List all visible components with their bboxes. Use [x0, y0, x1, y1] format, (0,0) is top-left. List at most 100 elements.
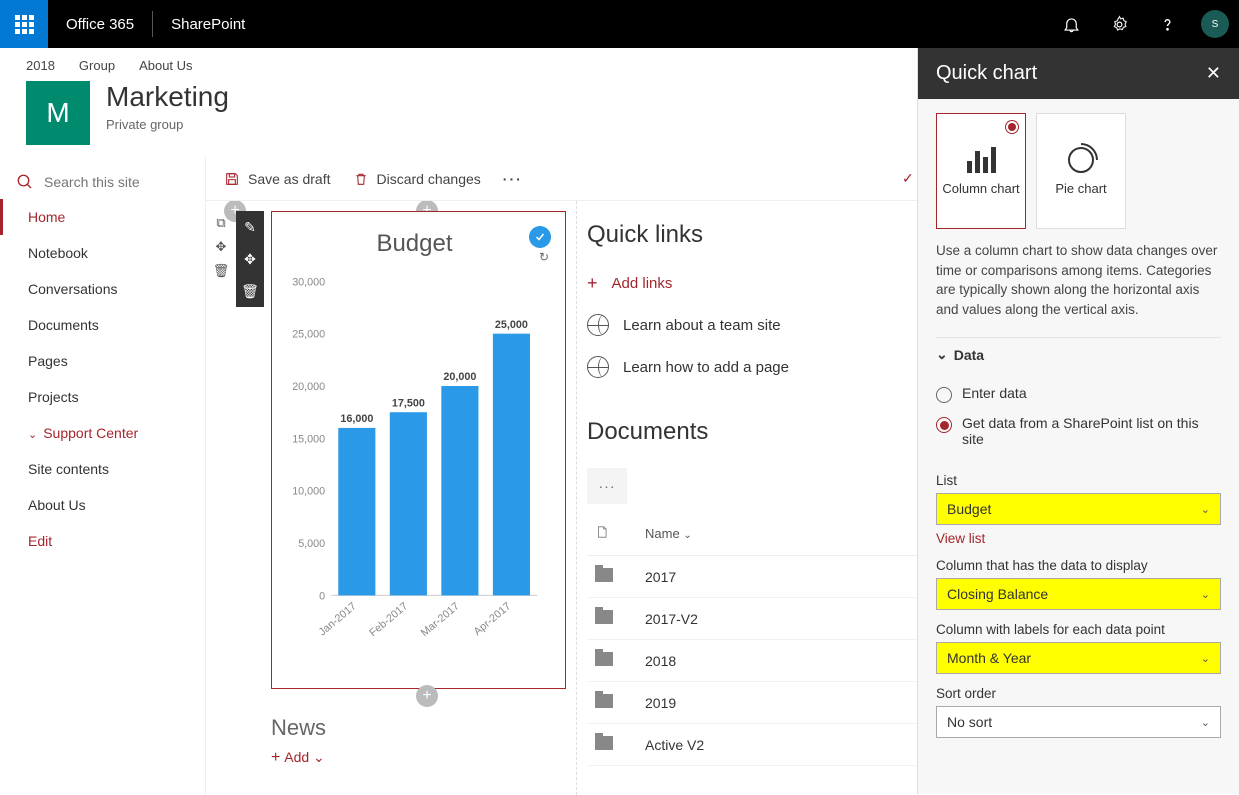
left-nav: Home Notebook Conversations Documents Pa… — [0, 157, 206, 795]
folder-icon — [595, 694, 613, 708]
discard-icon — [353, 171, 369, 187]
list-dropdown[interactable]: Budget⌄ — [936, 493, 1221, 525]
nav-edit[interactable]: Edit — [0, 523, 205, 559]
nav-support[interactable]: ⌄Support Center — [0, 415, 205, 451]
add-webpart-bottom[interactable]: + — [416, 685, 438, 707]
reload-icon[interactable]: ↻ — [539, 250, 549, 264]
save-draft-button[interactable]: Save as draft — [224, 171, 331, 187]
sort-label: Sort order — [936, 686, 1221, 701]
nav-projects[interactable]: Projects — [0, 379, 205, 415]
save-icon — [224, 171, 240, 187]
radio-icon — [936, 417, 952, 433]
file-icon — [595, 524, 609, 540]
svg-text:Jan-2017: Jan-2017 — [317, 600, 359, 638]
chevron-down-icon: ⌄ — [1201, 652, 1210, 665]
sharepoint-link[interactable]: SharePoint — [153, 16, 263, 33]
svg-text:25,000: 25,000 — [292, 329, 325, 341]
drag-icon[interactable]: ✥ — [236, 243, 264, 275]
view-list-link[interactable]: View list — [936, 531, 1221, 546]
folder-icon — [595, 736, 613, 750]
svg-text:25,000: 25,000 — [495, 319, 528, 331]
app-launcher[interactable] — [0, 0, 48, 48]
svg-text:0: 0 — [319, 590, 325, 602]
move-icon[interactable]: ✥ — [209, 235, 233, 259]
news-title: News — [271, 715, 566, 741]
search-box[interactable] — [0, 165, 205, 199]
chart-title: Budget — [282, 230, 547, 258]
site-logo[interactable]: M — [26, 81, 90, 145]
notifications-icon[interactable] — [1047, 0, 1095, 48]
nav-conversations[interactable]: Conversations — [0, 271, 205, 307]
check-icon: ✓ — [902, 170, 914, 187]
svg-text:17,500: 17,500 — [392, 397, 425, 409]
chevron-down-icon: ⌄ — [1201, 588, 1210, 601]
folder-icon — [595, 568, 613, 582]
webpart-inner-tools: ✎ ✥ 🗑 — [236, 211, 264, 307]
nav-notebook[interactable]: Notebook — [0, 235, 205, 271]
data-section-header[interactable]: ⌄Data — [936, 337, 1221, 371]
documents-more[interactable]: ··· — [587, 468, 627, 504]
nav-about[interactable]: About Us — [0, 487, 205, 523]
breadcrumb-item[interactable]: 2018 — [26, 58, 55, 73]
help-text: Use a column chart to show data changes … — [936, 241, 1221, 319]
plus-icon: + — [587, 273, 598, 294]
svg-text:20,000: 20,000 — [443, 371, 476, 383]
folder-icon — [595, 610, 613, 624]
chart-type-column[interactable]: Column chart — [936, 113, 1026, 229]
close-icon[interactable]: ✕ — [1206, 63, 1221, 84]
sort-dropdown[interactable]: No sort⌄ — [936, 706, 1221, 738]
nav-pages[interactable]: Pages — [0, 343, 205, 379]
duplicate-icon[interactable]: ⧉ — [209, 211, 233, 235]
more-commands[interactable]: ··· — [503, 171, 523, 187]
site-title: Marketing — [106, 81, 229, 113]
top-bar: Office 365 SharePoint S — [0, 0, 1239, 48]
waffle-icon — [15, 15, 34, 34]
property-panel: Quick chart ✕ Column chart Pie chart Use… — [917, 48, 1239, 794]
chevron-down-icon: ⌄ — [1201, 503, 1210, 516]
svg-text:10,000: 10,000 — [292, 486, 325, 498]
list-label: List — [936, 473, 1221, 488]
search-input[interactable] — [44, 174, 184, 190]
svg-text:16,000: 16,000 — [340, 413, 373, 425]
data-column-label: Column that has the data to display — [936, 558, 1221, 573]
globe-icon — [587, 314, 609, 336]
label-column-label: Column with labels for each data point — [936, 622, 1221, 637]
breadcrumb-item[interactable]: Group — [79, 58, 115, 73]
user-avatar[interactable]: S — [1191, 0, 1239, 48]
delete-icon[interactable]: 🗑 — [209, 259, 233, 283]
radio-selected-icon — [1005, 120, 1019, 134]
ok-badge-icon — [529, 226, 551, 248]
folder-icon — [595, 652, 613, 666]
help-icon[interactable] — [1143, 0, 1191, 48]
radio-enter-data[interactable]: Enter data — [936, 379, 1221, 409]
chart-plot: 05,00010,00015,00020,00025,00030,00016,0… — [282, 258, 547, 658]
trash-icon[interactable]: 🗑 — [236, 275, 264, 307]
radio-icon — [936, 387, 952, 403]
edit-icon[interactable]: ✎ — [236, 211, 264, 243]
svg-text:5,000: 5,000 — [298, 538, 325, 550]
breadcrumb-item[interactable]: About Us — [139, 58, 192, 73]
chevron-down-icon: ⌄ — [28, 428, 37, 441]
svg-text:Mar-2017: Mar-2017 — [419, 600, 462, 639]
chart-webpart[interactable]: Budget ↻ 05,00010,00015,00020,00025,0003… — [271, 211, 566, 689]
data-column-dropdown[interactable]: Closing Balance⌄ — [936, 578, 1221, 610]
nav-site-contents[interactable]: Site contents — [0, 451, 205, 487]
search-icon — [16, 173, 34, 191]
settings-icon[interactable] — [1095, 0, 1143, 48]
globe-icon — [587, 356, 609, 378]
column-chart-icon — [967, 147, 996, 173]
nav-home[interactable]: Home — [0, 199, 205, 235]
chevron-down-icon: ⌄ — [936, 346, 948, 363]
chart-type-pie[interactable]: Pie chart — [1036, 113, 1126, 229]
site-subtitle: Private group — [106, 117, 229, 132]
panel-header: Quick chart ✕ — [918, 48, 1239, 99]
radio-get-data[interactable]: Get data from a SharePoint list on this … — [936, 409, 1221, 453]
svg-text:Feb-2017: Feb-2017 — [367, 600, 410, 639]
discard-button[interactable]: Discard changes — [353, 171, 481, 187]
svg-text:20,000: 20,000 — [292, 381, 325, 393]
label-column-dropdown[interactable]: Month & Year⌄ — [936, 642, 1221, 674]
office-link[interactable]: Office 365 — [48, 16, 152, 33]
nav-documents[interactable]: Documents — [0, 307, 205, 343]
news-add-button[interactable]: + Add ⌄ — [271, 749, 566, 767]
avatar-image: S — [1201, 10, 1229, 38]
